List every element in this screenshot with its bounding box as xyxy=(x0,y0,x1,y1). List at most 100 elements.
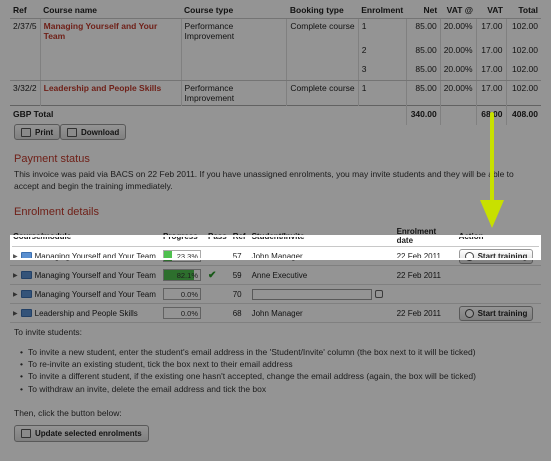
student-cell: Anne Executive xyxy=(248,265,394,285)
course-type xyxy=(180,42,287,62)
course-module-name: Managing Yourself and Your Team xyxy=(34,289,156,299)
download-icon xyxy=(67,127,77,137)
instruction-item: To re-invite an existing student, tick t… xyxy=(28,358,476,370)
progress-cell: 23.3% xyxy=(160,246,205,266)
update-enrolments-button[interactable]: Update selected enrolments xyxy=(14,425,149,442)
booking-type xyxy=(286,42,359,62)
payment-status-heading: Payment status xyxy=(14,153,90,165)
total-net: 340.00 xyxy=(405,105,441,125)
course-type: Performance Improvement xyxy=(180,18,287,43)
expand-triangle-icon[interactable]: ▶ xyxy=(13,291,18,298)
total: 102.00 xyxy=(505,18,541,43)
start-training-button[interactable]: Start training xyxy=(458,248,534,264)
student-cell: John Manager xyxy=(248,303,394,323)
enrolment-details-heading: Enrolment details xyxy=(14,206,99,218)
net: 85.00 xyxy=(405,42,441,62)
course-cell-inner: ▶ Managing Yourself and Your Team xyxy=(13,252,157,261)
vat-rate: 20.00% xyxy=(439,42,477,62)
invite-instructions-list: To invite a new student, enter the stude… xyxy=(28,346,476,395)
vat-rate: 20.00% xyxy=(439,80,477,106)
pass-tick-icon: ✔ xyxy=(208,269,217,281)
vat-rate: 20.00% xyxy=(439,18,477,43)
course-cell: ▶ Leadership and People Skills xyxy=(10,303,160,323)
ref xyxy=(10,61,41,81)
invoice-row: 3 85.00 20.00% 17.00 102.00 xyxy=(10,61,541,81)
progress-bar: 0.0% xyxy=(163,307,201,319)
ref-cell: 68 xyxy=(229,303,249,323)
arrow-head xyxy=(480,200,504,228)
course-type: Performance Improvement xyxy=(180,80,287,106)
invite-checkbox[interactable] xyxy=(374,290,383,298)
date-cell xyxy=(393,284,456,304)
enrolment-row: ▶ Managing Yourself and Your Team 23.3% 5… xyxy=(10,246,541,266)
net: 85.00 xyxy=(405,18,441,43)
start-training-label: Start training xyxy=(477,251,528,261)
vat-rate: 20.00% xyxy=(439,61,477,81)
col-enrolment: Enrolment xyxy=(358,3,407,19)
ref-cell: 59 xyxy=(229,265,249,285)
ref-cell: 57 xyxy=(229,246,249,266)
expand-triangle-icon[interactable]: ▶ xyxy=(13,272,18,279)
folder-icon xyxy=(20,290,32,298)
booking-type: Complete course xyxy=(286,80,359,106)
print-button[interactable]: Print xyxy=(14,124,61,140)
invite-email-input[interactable] xyxy=(251,288,372,300)
start-training-button[interactable]: Start training xyxy=(458,305,534,321)
folder-icon xyxy=(20,252,32,260)
pass-cell xyxy=(205,246,230,266)
course-type xyxy=(180,61,287,81)
vat: 17.00 xyxy=(475,61,506,81)
invoice-row: 2 85.00 20.00% 17.00 102.00 xyxy=(10,42,541,62)
expand-triangle-icon[interactable]: ▶ xyxy=(13,310,18,317)
enrolment-row: ▶ Managing Yourself and Your Team 82.1% ✔… xyxy=(10,265,541,285)
col-total: Total xyxy=(506,3,541,19)
enrolment-row: ▶ Managing Yourself and Your Team 0.0% 70 xyxy=(10,284,541,304)
total: 102.00 xyxy=(505,80,541,106)
invoice-row: 2/37/5 Managing Yourself and Your Team P… xyxy=(10,18,541,43)
col-vat-rate: VAT @ xyxy=(440,3,477,19)
action-cell: Start training xyxy=(455,303,541,323)
course-link[interactable]: Managing Yourself and Your Team xyxy=(39,18,182,43)
progress-label: 82.1% xyxy=(176,271,198,280)
progress-cell: 0.0% xyxy=(160,284,205,304)
vat: 17.00 xyxy=(475,42,506,62)
booking-type: Complete course xyxy=(286,18,359,43)
action-cell: Start training xyxy=(455,246,541,266)
invoice-row: 3/32/2 Leadership and People Skills Perf… xyxy=(10,80,541,106)
instruction-item: To invite a different student, if the ex… xyxy=(28,370,476,382)
course-name xyxy=(39,42,182,62)
ref xyxy=(10,43,40,62)
ref-cell: 70 xyxy=(229,284,249,304)
course-cell: ▶ Managing Yourself and Your Team xyxy=(10,284,160,304)
download-button[interactable]: Download xyxy=(60,124,127,140)
date-cell: 22 Feb 2011 xyxy=(393,303,456,323)
progress-cell: 82.1% xyxy=(160,265,205,285)
col-vat: VAT xyxy=(476,3,506,19)
clock-icon xyxy=(464,308,474,318)
progress-label: 23.3% xyxy=(176,252,198,261)
col-course-name: Course name xyxy=(40,3,182,19)
col-ref: Ref xyxy=(10,3,41,19)
callout-arrow-icon xyxy=(480,112,504,228)
invoice-table: Ref Course name Course type Booking type… xyxy=(10,3,541,125)
pass-cell: ✔ xyxy=(205,265,230,285)
enrolment: 3 xyxy=(357,61,407,81)
col-course-type: Course type xyxy=(181,3,287,19)
clock-icon xyxy=(464,251,474,261)
total: 102.00 xyxy=(505,42,541,62)
action-cell xyxy=(455,265,541,285)
ref: 3/32/2 xyxy=(13,83,37,93)
enrolment-header-row: Course/module Progress Pass Ref Student/… xyxy=(10,226,541,247)
course-link[interactable]: Leadership and People Skills xyxy=(39,80,182,106)
expand-triangle-icon[interactable]: ▶ xyxy=(13,253,18,260)
date-cell: 22 Feb 2011 xyxy=(393,246,456,266)
student-cell xyxy=(248,284,394,304)
instruction-item: To invite a new student, enter the stude… xyxy=(28,346,476,358)
course-cell: ▶ Managing Yourself and Your Team xyxy=(10,265,160,285)
enrolment-table: Course/module Progress Pass Ref Student/… xyxy=(10,226,541,323)
pass-cell xyxy=(205,284,230,304)
student-cell: John Manager xyxy=(248,246,394,266)
print-label: Print xyxy=(35,127,54,137)
course-cell-inner: ▶ Managing Yourself and Your Team xyxy=(13,290,157,299)
invoice-header-row: Ref Course name Course type Booking type… xyxy=(10,3,541,19)
